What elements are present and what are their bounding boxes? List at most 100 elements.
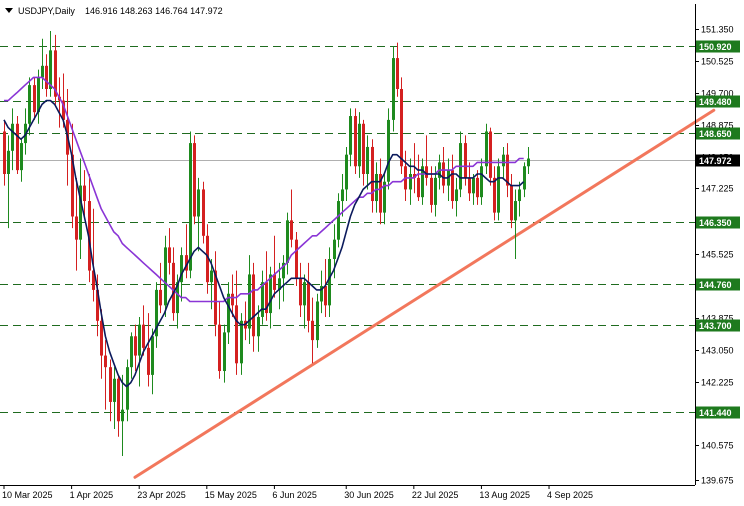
bull-candle-body <box>337 201 340 240</box>
y-tick-label: 139.675 <box>701 476 734 486</box>
bull-candle-body <box>113 378 116 402</box>
bull-candle-body <box>358 123 361 167</box>
bull-candle-body <box>11 123 14 151</box>
y-tick-label: 142.225 <box>701 378 734 388</box>
y-tick-label: 151.350 <box>701 25 734 35</box>
level-badge-label: 150.920 <box>699 42 732 52</box>
bull-candle-body <box>138 324 141 356</box>
bull-candle-body <box>341 189 344 202</box>
y-tick-label: 147.225 <box>701 184 734 194</box>
bear-candle-body <box>83 185 86 202</box>
bear-candle-body <box>290 220 293 240</box>
bear-candle-body <box>468 177 471 194</box>
bear-candle-body <box>100 320 103 356</box>
bull-candle-body <box>392 58 395 120</box>
bull-candle-body <box>197 189 200 217</box>
bear-candle-body <box>400 88 403 167</box>
bull-candle-body <box>227 293 230 333</box>
bull-candle-body <box>455 189 458 202</box>
bull-candle-body <box>387 119 390 182</box>
bear-candle-body <box>510 185 513 221</box>
bull-candle-body <box>269 274 272 314</box>
bull-candle-body <box>349 116 352 155</box>
y-tick-label: 140.575 <box>701 441 734 451</box>
level-badge-label: 146.350 <box>699 218 732 228</box>
bear-candle-body <box>311 320 314 341</box>
level-badge-label: 143.700 <box>699 321 732 331</box>
ohlc-values: 146.916 148.263 146.764 147.972 <box>85 6 223 16</box>
bull-candle-body <box>126 367 129 410</box>
bull-candle-body <box>261 282 264 317</box>
bull-candle-body <box>7 150 10 174</box>
level-badge-label: 149.480 <box>699 97 732 107</box>
bear-candle-body <box>168 247 171 263</box>
bull-candle-body <box>328 258 331 306</box>
bear-candle-body <box>417 177 420 198</box>
bear-candle-body <box>202 189 205 236</box>
bull-candle-body <box>375 173 378 202</box>
bull-candle-body <box>37 77 40 113</box>
x-tick-label: 15 May 2025 <box>205 490 257 500</box>
bear-candle-body <box>134 336 137 356</box>
bear-candle-body <box>218 324 221 372</box>
bear-candle-body <box>104 355 107 368</box>
bear-candle-body <box>324 286 327 306</box>
symbol-label: USDJPY,Daily <box>18 6 75 16</box>
y-tick-label: 143.050 <box>701 346 734 356</box>
bull-candle-body <box>527 158 530 167</box>
bear-candle-body <box>489 131 492 178</box>
bear-candle-body <box>273 274 276 290</box>
bear-candle-body <box>193 143 196 217</box>
bear-candle-body <box>117 378 120 422</box>
bear-candle-body <box>3 131 6 174</box>
current-price-label: 147.972 <box>699 156 732 166</box>
bull-candle-body <box>518 189 521 202</box>
x-tick-label: 1 Apr 2025 <box>70 490 114 500</box>
bull-candle-body <box>151 336 154 375</box>
chart-header: USDJPY,Daily 146.916 148.263 146.764 147… <box>5 6 223 16</box>
bear-candle-body <box>75 216 78 240</box>
x-tick-label: 10 Mar 2025 <box>2 490 53 500</box>
bull-candle-body <box>257 316 260 337</box>
x-tick-label: 23 Apr 2025 <box>137 490 186 500</box>
bull-candle-body <box>28 85 31 124</box>
bear-candle-body <box>430 177 433 205</box>
bear-candle-body <box>396 58 399 89</box>
x-tick-label: 6 Jun 2025 <box>272 490 317 500</box>
chart-container[interactable]: 151.350150.525149.700148.875148.050147.2… <box>0 0 744 506</box>
bear-candle-body <box>147 347 150 375</box>
bull-candle-body <box>409 173 412 190</box>
bull-candle-body <box>130 336 133 368</box>
bear-candle-body <box>252 274 255 337</box>
bull-candle-body <box>514 201 517 221</box>
bull-candle-body <box>502 154 505 167</box>
bear-candle-body <box>235 305 238 364</box>
bear-candle-body <box>295 239 298 279</box>
bull-candle-body <box>472 177 475 194</box>
bull-candle-body <box>121 409 124 422</box>
bear-candle-body <box>307 282 310 321</box>
x-tick-label: 22 Jul 2025 <box>412 490 459 500</box>
price-chart[interactable]: 151.350150.525149.700148.875148.050147.2… <box>0 0 744 506</box>
bear-candle-body <box>172 262 175 314</box>
bull-candle-body <box>480 166 483 198</box>
y-tick-label: 145.525 <box>701 250 734 260</box>
bull-candle-body <box>41 65 44 78</box>
bear-candle-body <box>442 162 445 186</box>
bear-candle-body <box>45 65 48 89</box>
y-tick-label: 150.525 <box>701 57 734 67</box>
bear-candle-body <box>493 177 496 213</box>
bull-candle-body <box>20 143 23 171</box>
bull-candle-body <box>223 332 226 372</box>
bear-candle-body <box>362 123 365 174</box>
bear-candle-body <box>33 85 36 113</box>
bull-candle-body <box>316 301 319 341</box>
chart-background <box>0 0 744 506</box>
bear-candle-body <box>159 289 162 306</box>
bull-candle-body <box>303 282 306 306</box>
bear-candle-body <box>464 143 467 178</box>
bear-candle-body <box>354 116 357 167</box>
bear-candle-body <box>142 324 145 348</box>
bear-candle-body <box>109 367 112 402</box>
bear-candle-body <box>299 278 302 306</box>
